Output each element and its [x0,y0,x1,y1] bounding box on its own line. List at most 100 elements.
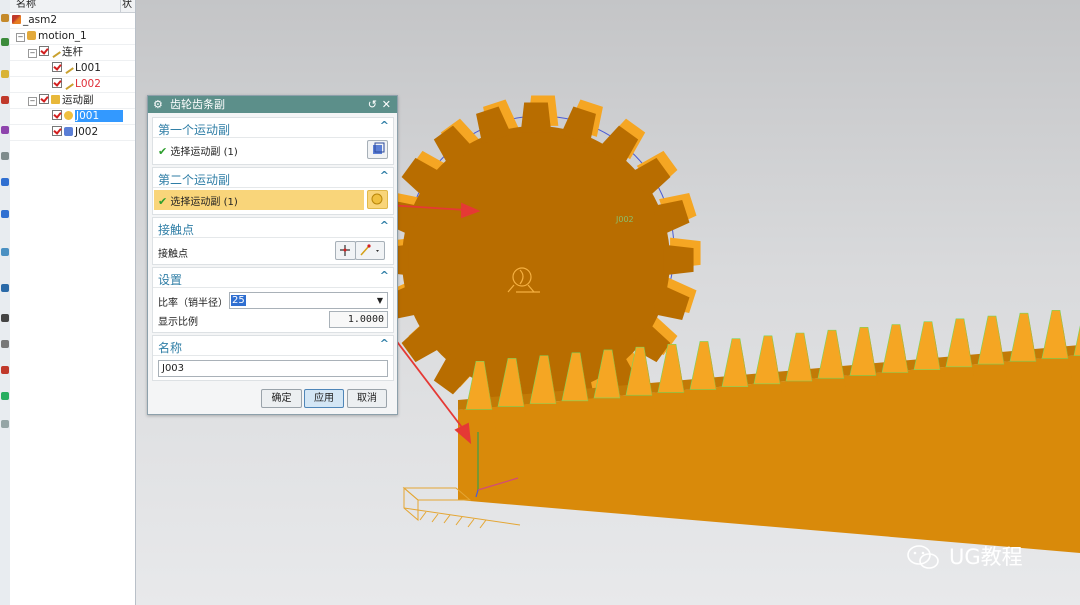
select-joint-2[interactable]: ✔ 选择运动副 (1) [158,193,238,208]
joint-tag: J002 [615,215,634,224]
cancel-button[interactable]: 取消 [347,389,387,408]
ratio-value: 25 [231,295,246,306]
visibility-checkbox[interactable] [52,78,62,88]
check-icon: ✔ [158,195,168,208]
tree-row-l001[interactable]: L001 [52,60,101,76]
gear-tooth [663,244,694,276]
section-name: 名称 ^ J003 [152,335,394,381]
section-header[interactable]: 接触点 ^ [153,218,393,237]
select-joint-label: 选择运动副 (1) [170,147,238,158]
collapse-icon[interactable]: − [28,49,37,58]
ok-button[interactable]: 确定 [261,389,302,408]
section-title: 名称 [158,341,183,355]
apply-button[interactable]: 应用 [304,389,344,408]
tree-row-j001[interactable]: J001 [52,108,129,124]
tree-label: 运动副 [62,94,94,106]
contact-point-label: 接触点 [158,249,188,260]
tree-row-joints[interactable]: − 运动副 [28,92,94,108]
toolbar-icon[interactable] [1,340,9,348]
name-input[interactable]: J003 [158,360,388,377]
tree-row-motion[interactable]: − motion_1 [16,28,87,44]
dialog-titlebar[interactable]: ⚙ 齿轮齿条副 ↺ ✕ [148,96,397,113]
tree-label: J002 [75,126,99,138]
chevron-up-icon[interactable]: ^ [380,169,389,182]
display-ratio-field: 1.0000 [329,311,388,328]
reset-icon[interactable]: ↺ [368,96,377,113]
toolbar-icon[interactable] [1,248,9,256]
section-header[interactable]: 设置 ^ [153,268,393,287]
display-ratio-label: 显示比例 [158,317,198,328]
display-ratio-value: 1.0000 [347,314,384,325]
joint-icon [64,127,73,136]
toolbar-icon[interactable] [1,314,9,322]
visibility-checkbox[interactable] [39,94,49,104]
collapse-icon[interactable]: − [16,33,25,42]
divider [153,355,393,356]
column-name-header[interactable]: 名称 [16,0,36,11]
toolbar-icon[interactable] [1,38,9,46]
check-icon: ✔ [158,145,168,158]
visibility-checkbox[interactable] [52,62,62,72]
joint-folder-icon [51,95,60,104]
select-joint-1[interactable]: ✔ 选择运动副 (1) [158,143,238,158]
point-dialog-button[interactable] [335,241,356,260]
gear-icon[interactable]: ⚙ [153,96,163,113]
chevron-up-icon[interactable]: ^ [380,219,389,232]
gear-tooth [520,102,552,133]
toolbar-icon[interactable] [1,178,9,186]
section-title: 第一个运动副 [158,123,231,137]
visibility-checkbox[interactable] [52,126,62,136]
visibility-checkbox[interactable] [52,110,62,120]
ratio-input[interactable]: 25 ▼ [229,292,388,309]
chevron-up-icon[interactable]: ^ [380,269,389,282]
column-separator[interactable] [120,0,121,12]
toolbar-icon[interactable] [1,420,9,428]
close-icon[interactable]: ✕ [382,96,391,113]
toolbar-icon[interactable] [1,126,9,134]
tree-row-assembly[interactable]: _asm2 [12,12,57,28]
select-joint-button[interactable] [367,190,388,209]
assembly-icon [12,15,21,24]
ratio-label: 比率（销半径） [158,298,228,309]
section-header[interactable]: 第二个运动副 ^ [153,168,393,187]
toolbar-icon[interactable] [1,284,9,292]
tree-label: L002 [75,78,101,90]
point-icon [340,245,350,256]
joint-pick-icon [373,142,385,154]
toolbar-icon[interactable] [1,152,9,160]
toolbar-icon[interactable] [1,392,9,400]
tree-row-l002[interactable]: L002 [52,76,101,92]
visibility-checkbox[interactable] [39,46,49,56]
collapse-icon[interactable]: − [28,97,37,106]
toolbar-icon[interactable] [1,14,9,22]
toolbar-icon[interactable] [1,96,9,104]
select-joint-button[interactable] [367,140,388,159]
toolbar-icon[interactable] [1,210,9,218]
watermark: UG教程 [905,542,1055,572]
chevron-up-icon[interactable]: ^ [380,337,389,350]
section-title: 接触点 [158,223,195,237]
motion-sim-icon [27,31,36,40]
select-joint-label: 选择运动副 (1) [170,197,238,208]
section-header[interactable]: 第一个运动副 ^ [153,118,393,137]
divider [153,137,393,138]
divider [153,287,393,288]
chevron-down-icon[interactable]: ▼ [377,293,383,308]
section-title: 设置 [158,273,183,287]
section-contact-point: 接触点 ^ 接触点 [152,217,394,265]
toolbar-icon[interactable] [1,70,9,78]
section-title: 第二个运动副 [158,173,231,187]
tree-row-links[interactable]: − 连杆 [28,44,83,60]
section-header[interactable]: 名称 ^ [153,336,393,355]
divider [153,187,393,188]
name-value: J003 [162,363,185,374]
section-second-joint: 第二个运动副 ^ ✔ 选择运动副 (1) [152,167,394,215]
watermark-text: UG教程 [949,545,1023,569]
tree-row-j002[interactable]: J002 [52,124,98,140]
column-status-header[interactable]: 状 [122,0,132,11]
toolbar-icon[interactable] [1,366,9,374]
inferred-point-icon [360,244,379,256]
point-type-dropdown[interactable] [355,241,385,260]
chevron-up-icon[interactable]: ^ [380,119,389,132]
divider [153,237,393,238]
